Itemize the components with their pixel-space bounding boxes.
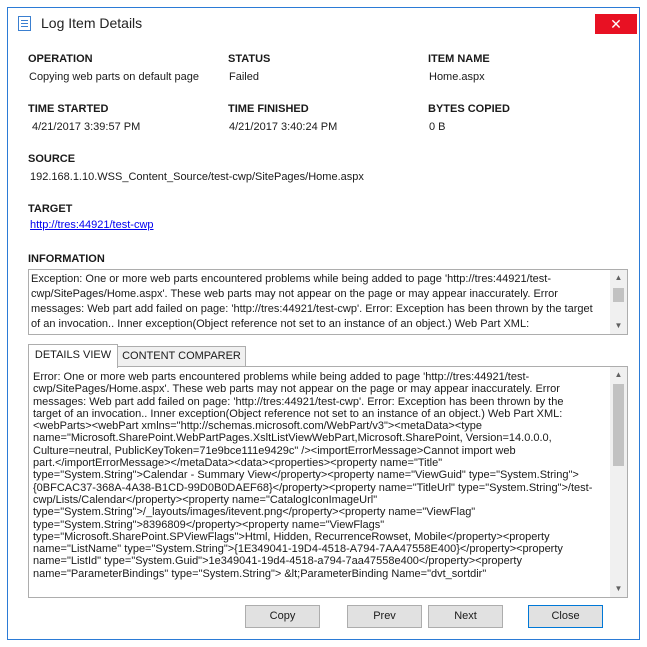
information-line: of an invocation.. Inner exception(Objec… <box>31 318 530 330</box>
scroll-up-arrow-icon[interactable]: ▲ <box>610 368 627 382</box>
tab-details-view[interactable]: DETAILS VIEW <box>28 344 118 368</box>
scroll-down-arrow-icon[interactable]: ▼ <box>610 582 627 596</box>
target-link[interactable]: http://tres:44921/test-cwp <box>30 219 154 231</box>
status-value: Failed <box>229 71 259 83</box>
close-button[interactable]: Close <box>528 605 603 628</box>
source-value: 192.168.1.10.WSS_Content_Source/test-cwp… <box>30 171 364 183</box>
details-line: type="Microsoft.SharePoint.SPViewFlags">… <box>33 530 550 543</box>
information-text: Exception: One or more web parts encount… <box>29 270 610 334</box>
tab-content-comparer[interactable]: CONTENT COMPARER <box>117 346 246 367</box>
details-line: cwp/SitePages/Home.aspx'. These web part… <box>33 383 560 396</box>
details-line: Error: One or more web parts encountered… <box>33 371 530 383</box>
details-line: <webParts><webPart xmlns="http://schemas… <box>33 420 483 433</box>
window-title: Log Item Details <box>41 15 143 31</box>
details-line: name="ParameterBindings" type="System.St… <box>33 567 487 580</box>
information-line: cwp/SitePages/Home.aspx'. These web part… <box>31 288 558 300</box>
title-bar[interactable]: Log Item Details ✕ <box>8 8 639 38</box>
details-line: name="ListName" type="System.String">{1E… <box>33 543 563 556</box>
information-scrollbar[interactable]: ▲ ▼ <box>610 270 627 334</box>
close-window-button[interactable]: ✕ <box>595 14 637 34</box>
information-textbox[interactable]: Exception: One or more web parts encount… <box>28 269 628 335</box>
bytes-copied-label: BYTES COPIED <box>428 103 510 115</box>
details-line: target of an invocation.. Inner exceptio… <box>33 407 563 420</box>
details-scroll-thumb[interactable] <box>613 384 624 466</box>
operation-label: OPERATION <box>28 53 93 65</box>
status-label: STATUS <box>228 53 271 65</box>
time-started-label: TIME STARTED <box>28 103 109 115</box>
details-line: {0BFCAC37-368A-4A38-B1CD-99D0B0DAEF68}</… <box>33 481 593 494</box>
information-label: INFORMATION <box>28 253 105 265</box>
item-name-label: ITEM NAME <box>428 53 490 65</box>
information-line: Exception: One or more web parts encount… <box>31 273 552 285</box>
target-label: TARGET <box>28 203 73 215</box>
details-line: Culture=neutral, PublicKeyToken=71e9bce1… <box>33 444 516 457</box>
information-line: messages: Web part add failed on page: '… <box>31 303 593 315</box>
details-line: type="System.String">Calendar - Summary … <box>33 469 579 482</box>
details-line: type="System.String">/_layouts/images/it… <box>33 506 476 519</box>
details-line: messages: Web part add failed on page: '… <box>33 395 564 408</box>
item-name-value: Home.aspx <box>429 71 485 83</box>
details-line: part.</importErrorMessage></metaData><da… <box>33 457 443 470</box>
details-scrollbar[interactable]: ▲ ▼ <box>610 367 627 597</box>
scroll-up-arrow-icon[interactable]: ▲ <box>610 271 627 285</box>
details-text: Error: One or more web parts encountered… <box>29 367 610 597</box>
time-started-value: 4/21/2017 3:39:57 PM <box>32 121 141 133</box>
document-icon <box>18 16 31 31</box>
details-line: name="Microsoft.SharePoint.WebPartPages.… <box>33 432 552 445</box>
details-line: cwp/Lists/Calendar</property><property n… <box>33 493 378 506</box>
next-button[interactable]: Next <box>428 605 503 628</box>
details-line: name="ListId" type="System.Guid">1e34904… <box>33 555 522 568</box>
prev-button[interactable]: Prev <box>347 605 422 628</box>
details-textbox[interactable]: Error: One or more web parts encountered… <box>28 366 628 598</box>
time-finished-label: TIME FINISHED <box>228 103 309 115</box>
scroll-down-arrow-icon[interactable]: ▼ <box>610 319 627 333</box>
time-finished-value: 4/21/2017 3:40:24 PM <box>229 121 338 133</box>
source-label: SOURCE <box>28 153 76 165</box>
log-item-details-window: Log Item Details ✕ OPERATION Copying web… <box>7 7 640 640</box>
bytes-copied-value: 0 B <box>429 121 446 133</box>
details-line: type="System.String">8396809</property><… <box>33 518 385 531</box>
copy-button[interactable]: Copy <box>245 605 320 628</box>
operation-value: Copying web parts on default page <box>29 71 200 83</box>
information-scroll-thumb[interactable] <box>613 288 624 302</box>
